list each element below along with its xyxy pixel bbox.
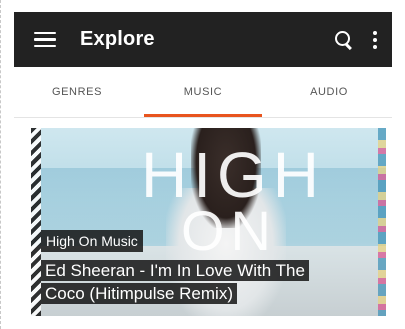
more-vert-icon[interactable]	[372, 30, 378, 50]
card-title: Ed Sheeran - I'm In Love With The Coco (…	[41, 260, 309, 304]
app-bar: Explore	[14, 12, 392, 67]
tab-music[interactable]: MUSIC	[140, 67, 266, 117]
card-image-text-on: ON	[181, 199, 277, 262]
menu-icon[interactable]	[34, 31, 56, 48]
tab-genres[interactable]: GENRES	[14, 67, 140, 117]
tab-audio[interactable]: AUDIO	[266, 67, 392, 117]
card-image-stripes-left	[31, 128, 41, 316]
card-title-wrap: Ed Sheeran - I'm In Love With The Coco (…	[41, 259, 341, 305]
tab-bar: GENRES MUSIC AUDIO	[14, 67, 392, 118]
card-subtitle: High On Music	[41, 230, 143, 252]
page-title: Explore	[80, 28, 155, 50]
music-card[interactable]: HIGH ON High On Music Ed Sheeran - I'm I…	[31, 128, 386, 316]
search-icon[interactable]	[334, 30, 354, 50]
card-image-stripes-right	[378, 128, 386, 316]
